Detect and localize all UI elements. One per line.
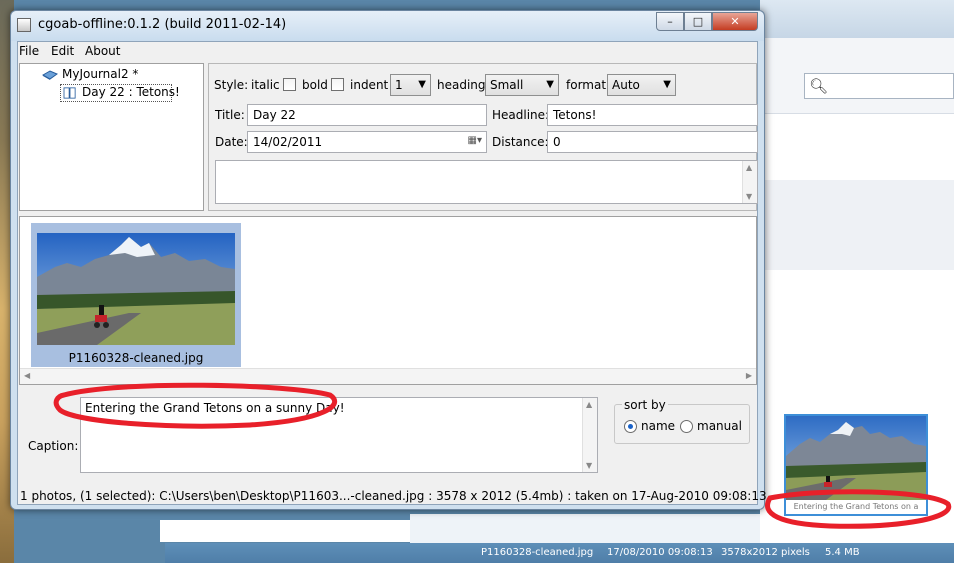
background-photo-thumbnail[interactable]: Entering the Grand Tetons on a [784,414,928,516]
minimize-icon: – [667,15,673,28]
menu-edit[interactable]: Edit [51,44,74,58]
calendar-icon[interactable]: ▦▾ [468,135,482,146]
caption-value: Entering the Grand Tetons on a sunny Day… [85,401,345,415]
heading-label: heading [437,78,486,92]
background-thumbnail-caption: Entering the Grand Tetons on a [793,502,919,511]
journal-book-icon [42,69,58,80]
indent-select[interactable]: 1 ▼ [390,74,431,96]
headline-field[interactable]: Tetons! [547,104,758,126]
distance-value: 0 [553,135,561,149]
menu-about[interactable]: About [85,44,120,58]
scroll-down-icon[interactable]: ▼ [586,461,592,470]
background-details-bar: P1160328-cleaned.jpg 17/08/2010 09:08:13… [165,543,954,563]
journal-tree[interactable]: MyJournal2 * Day 22 : Tetons! [19,63,204,211]
headline-value: Tetons! [553,108,597,122]
details-filename: P1160328-cleaned.jpg [481,547,594,558]
sort-by-manual-label: manual [697,419,742,433]
mountain-photo [786,416,926,500]
heading-select[interactable]: Small ▼ [485,74,559,96]
date-value: 14/02/2011 [253,135,323,149]
scroll-left-icon[interactable]: ◀ [24,371,30,380]
chevron-down-icon: ▼ [546,79,554,90]
scroll-down-icon[interactable]: ▼ [746,192,752,201]
background-window-titlebar [760,0,954,38]
caption-text-area[interactable]: Entering the Grand Tetons on a sunny Day… [80,397,598,473]
close-icon: ✕ [730,15,740,28]
entry-form: Style: italic bold indent 1 ▼ heading Sm… [208,63,758,211]
menu-bar: File Edit About [18,42,757,60]
maximize-button[interactable]: □ [684,12,712,31]
photo-filename: P1160328-cleaned.jpg [68,351,204,365]
headline-label: Headline: [492,108,550,122]
scroll-right-icon[interactable]: ▶ [746,371,752,380]
caption-label: Caption: [28,439,79,453]
vertical-scrollbar[interactable]: ▲ ▼ [742,161,757,203]
bold-checkbox[interactable] [331,78,344,91]
sort-by-name-radio[interactable] [624,420,637,433]
app-window: cgoab-offline:0.1.2 (build 2011-02-14) –… [10,10,767,510]
sort-by-manual-radio[interactable] [680,420,693,433]
background-panel [760,180,954,270]
distance-label: Distance: [492,135,549,149]
tree-item-page-label: Day 22 : Tetons! [82,85,180,99]
chevron-down-icon: ▼ [663,79,671,90]
mountain-photo [37,233,235,345]
format-value: Auto [612,78,640,92]
title-label: Title: [215,108,245,122]
title-value: Day 22 [253,108,296,122]
background-search-input[interactable]: 🔍︎ [804,73,954,99]
details-dimensions: 3578x2012 pixels [721,547,810,558]
date-field[interactable]: 14/02/2011 ▦▾ [247,131,487,153]
distance-field[interactable]: 0 [547,131,758,153]
minimize-button[interactable]: – [656,12,684,31]
page-book-icon [63,86,76,99]
sort-by-name-label: name [641,419,676,433]
app-icon [17,18,31,32]
heading-value: Small [490,78,524,92]
photo-thumbnail-selected[interactable]: P1160328-cleaned.jpg [31,223,241,367]
search-icon: 🔍︎ [809,77,829,95]
italic-label: italic [251,78,280,92]
tree-item-journal[interactable]: MyJournal2 * [42,67,138,81]
details-date: 17/08/2010 09:08:13 [607,547,713,558]
scroll-up-icon[interactable]: ▲ [746,163,752,172]
title-field[interactable]: Day 22 [247,104,487,126]
maximize-icon: □ [692,15,704,28]
format-label: format [566,78,607,92]
details-size: 5.4 MB [825,547,860,558]
scroll-up-icon[interactable]: ▲ [586,400,592,409]
menu-file[interactable]: File [19,44,39,58]
close-button[interactable]: ✕ [712,12,758,31]
photo-list[interactable]: P1160328-cleaned.jpg ◀ ▶ [19,216,757,385]
date-label: Date: [215,135,248,149]
tree-item-journal-label: MyJournal2 * [62,67,139,81]
tree-item-page[interactable]: Day 22 : Tetons! [62,85,180,99]
background-panel-strip [410,514,760,544]
italic-checkbox[interactable] [283,78,296,91]
sort-group-title: sort by [622,398,668,412]
indent-label: indent [350,78,389,92]
background-panel-strip [160,520,410,542]
status-bar: 1 photos, (1 selected): C:\Users\ben\Des… [20,489,767,503]
chevron-down-icon: ▼ [418,79,426,90]
bold-label: bold [302,78,328,92]
horizontal-scrollbar[interactable]: ◀ ▶ [20,368,756,384]
entry-text-area[interactable]: ▲ ▼ [215,160,758,204]
style-label: Style: [214,78,249,92]
vertical-scrollbar[interactable]: ▲ ▼ [582,398,597,472]
indent-value: 1 [395,78,403,92]
window-title: cgoab-offline:0.1.2 (build 2011-02-14) [38,17,287,32]
window-body: File Edit About MyJournal2 * Day 22 : Te… [17,41,767,505]
format-select[interactable]: Auto ▼ [607,74,676,96]
window-titlebar[interactable]: cgoab-offline:0.1.2 (build 2011-02-14) –… [11,11,764,41]
